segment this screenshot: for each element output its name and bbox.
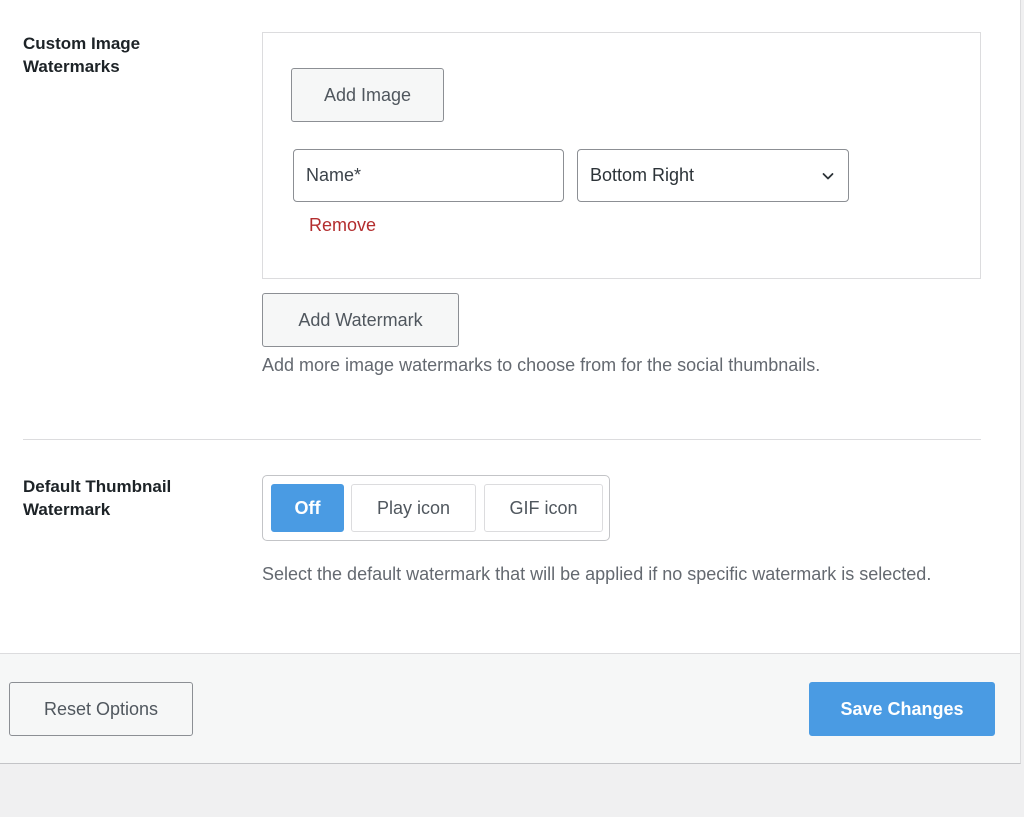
remove-watermark-link[interactable]: Remove — [309, 215, 376, 236]
watermark-repeater-item: Add Image Bottom Right — [262, 32, 981, 279]
watermark-name-field[interactable] — [293, 149, 564, 202]
reset-options-button[interactable]: Reset Options — [9, 682, 193, 736]
add-image-button[interactable]: Add Image — [291, 68, 444, 122]
default-thumbnail-watermark-label: Default Thumbnail Watermark — [23, 477, 172, 519]
option-play-icon[interactable]: Play icon — [351, 484, 476, 532]
default-watermark-description: Select the default watermark that will b… — [262, 564, 932, 584]
chevron-down-icon — [820, 168, 836, 184]
option-gif-icon[interactable]: GIF icon — [484, 484, 603, 532]
custom-image-watermarks-label: Custom Image Watermarks — [23, 34, 141, 76]
watermark-position-value: Bottom Right — [590, 165, 695, 185]
watermark-name-input[interactable] — [306, 165, 551, 186]
save-changes-button[interactable]: Save Changes — [809, 682, 995, 736]
settings-footer: Reset Options Save Changes — [0, 654, 1021, 764]
settings-panel: Custom Image Watermarks Add Image Bottom… — [0, 0, 1021, 654]
option-off[interactable]: Off — [271, 484, 344, 532]
section-divider — [23, 439, 981, 440]
default-watermark-toggle-group: Off Play icon GIF icon — [262, 475, 610, 541]
add-watermark-button[interactable]: Add Watermark — [262, 293, 459, 347]
watermark-position-select[interactable]: Bottom Right — [577, 149, 849, 202]
custom-watermarks-description: Add more image watermarks to choose from… — [262, 355, 821, 375]
